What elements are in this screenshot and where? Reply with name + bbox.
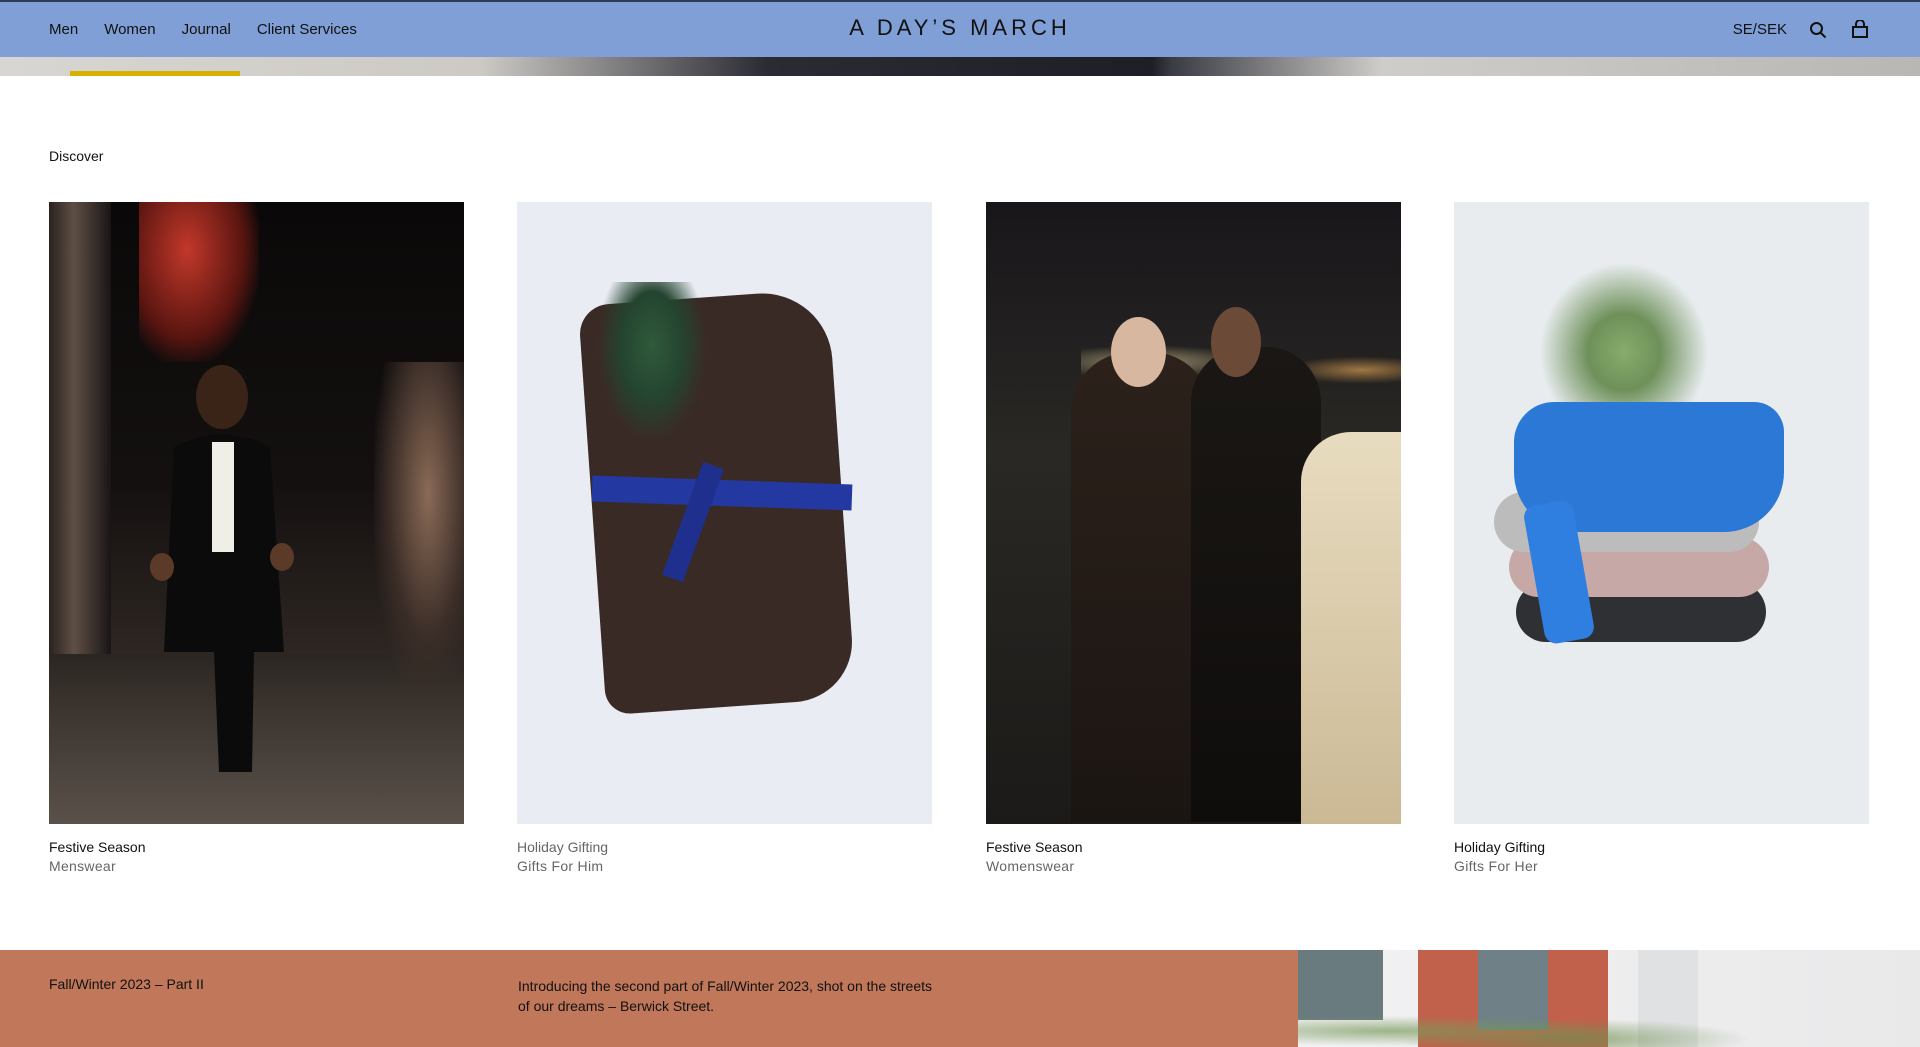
- gifts-for-her-photo[interactable]: [1454, 202, 1869, 824]
- gifts-for-him-photo[interactable]: [517, 202, 932, 824]
- nav-women[interactable]: Women: [104, 21, 155, 38]
- card-title[interactable]: Holiday Gifting: [517, 839, 932, 855]
- nav-journal[interactable]: Journal: [182, 21, 231, 38]
- main-nav: Men Women Journal Client Services: [49, 21, 357, 38]
- nav-client-services[interactable]: Client Services: [257, 21, 357, 38]
- shopping-bag-icon[interactable]: [1849, 19, 1871, 41]
- banner-photo[interactable]: [1298, 950, 1920, 1047]
- card-subtitle[interactable]: Menswear: [49, 858, 464, 874]
- nav-men[interactable]: Men: [49, 21, 78, 38]
- card-subtitle[interactable]: Gifts For Him: [517, 858, 932, 874]
- collection-banner[interactable]: Fall/Winter 2023 – Part II Introducing t…: [0, 950, 1298, 1047]
- site-header: Men Women Journal Client Services A DAY’…: [0, 0, 1920, 57]
- discover-card[interactable]: Holiday Gifting Gifts For Her: [1454, 202, 1869, 874]
- card-subtitle[interactable]: Womenswear: [986, 858, 1401, 874]
- discover-card[interactable]: Festive Season Menswear: [49, 202, 464, 874]
- festive-menswear-photo[interactable]: [49, 202, 464, 824]
- brand-logo[interactable]: A DAY’S MARCH: [849, 15, 1071, 41]
- header-actions: SE/SEK: [1733, 19, 1871, 41]
- search-icon[interactable]: [1807, 19, 1829, 41]
- discover-grid: Festive Season Menswear Holiday Gifting …: [49, 202, 1871, 882]
- card-title[interactable]: Festive Season: [49, 839, 464, 855]
- locale-selector[interactable]: SE/SEK: [1733, 21, 1787, 38]
- card-title[interactable]: Holiday Gifting: [1454, 839, 1869, 855]
- discover-card[interactable]: Holiday Gifting Gifts For Him: [517, 202, 932, 874]
- card-title[interactable]: Festive Season: [986, 839, 1401, 855]
- banner-label: Fall/Winter 2023 – Part II: [49, 976, 204, 992]
- hero-image-strip: [0, 57, 1920, 76]
- discover-card[interactable]: Festive Season Womenswear: [986, 202, 1401, 874]
- banner-description: Introducing the second part of Fall/Wint…: [518, 978, 933, 1014]
- card-subtitle[interactable]: Gifts For Her: [1454, 858, 1869, 874]
- discover-heading: Discover: [49, 148, 104, 164]
- festive-womenswear-photo[interactable]: [986, 202, 1401, 824]
